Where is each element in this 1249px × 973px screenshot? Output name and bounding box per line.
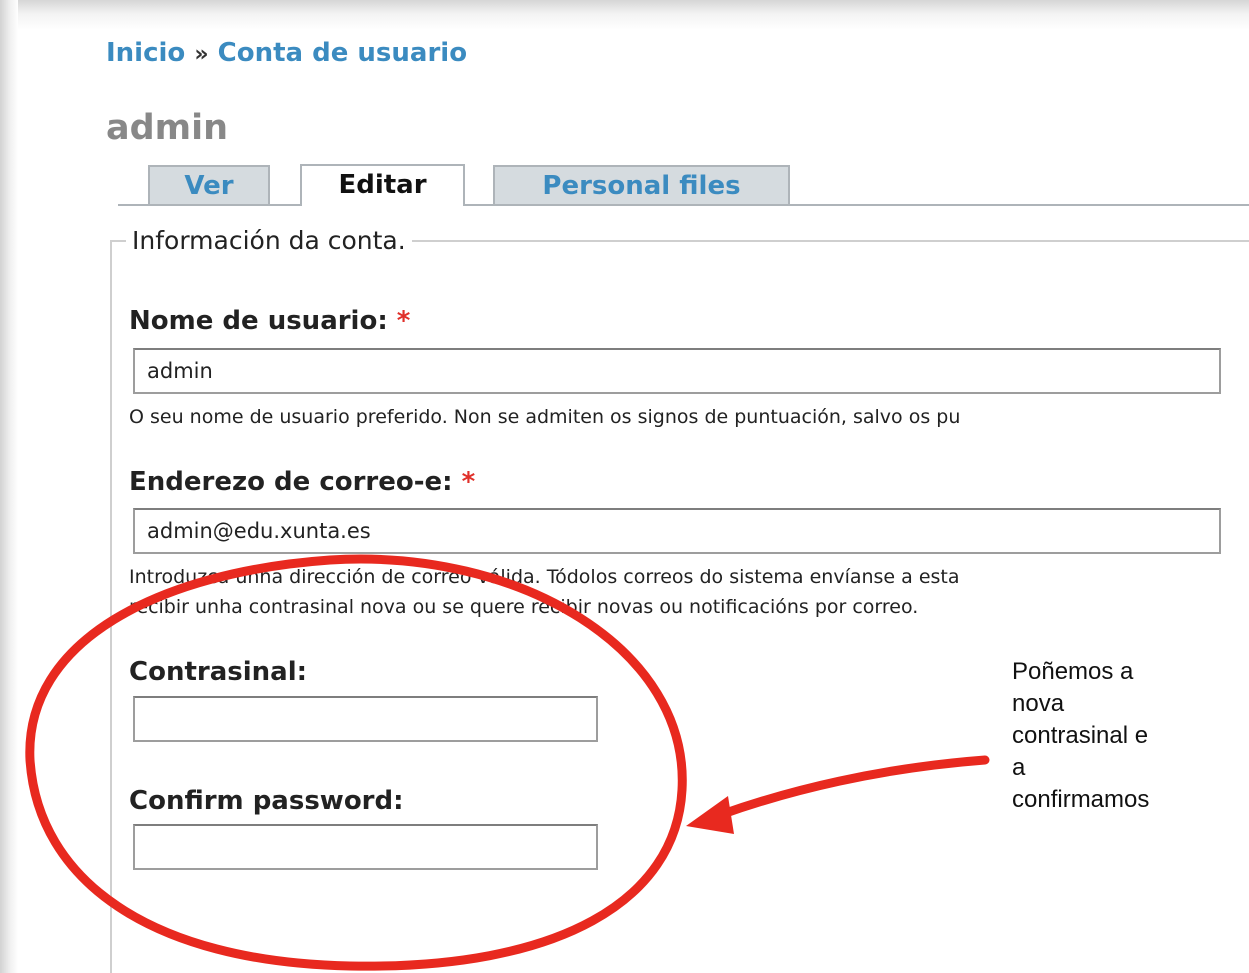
annotation-overlay bbox=[25, 554, 990, 971]
annotation-line: Poñemos a bbox=[1012, 658, 1134, 685]
highlight-ellipse bbox=[25, 554, 687, 971]
annotation-line: nova bbox=[1012, 690, 1065, 717]
annotation-line: confirmamos bbox=[1012, 786, 1150, 813]
annotation-arrowhead-icon bbox=[686, 796, 734, 834]
annotation-note: Poñemos a nova contrasinal e a confirmam… bbox=[1012, 656, 1212, 816]
annotation-line: contrasinal e bbox=[1012, 722, 1149, 749]
annotation-line: a bbox=[1012, 754, 1026, 781]
annotation-arrow-shaft bbox=[715, 755, 990, 820]
